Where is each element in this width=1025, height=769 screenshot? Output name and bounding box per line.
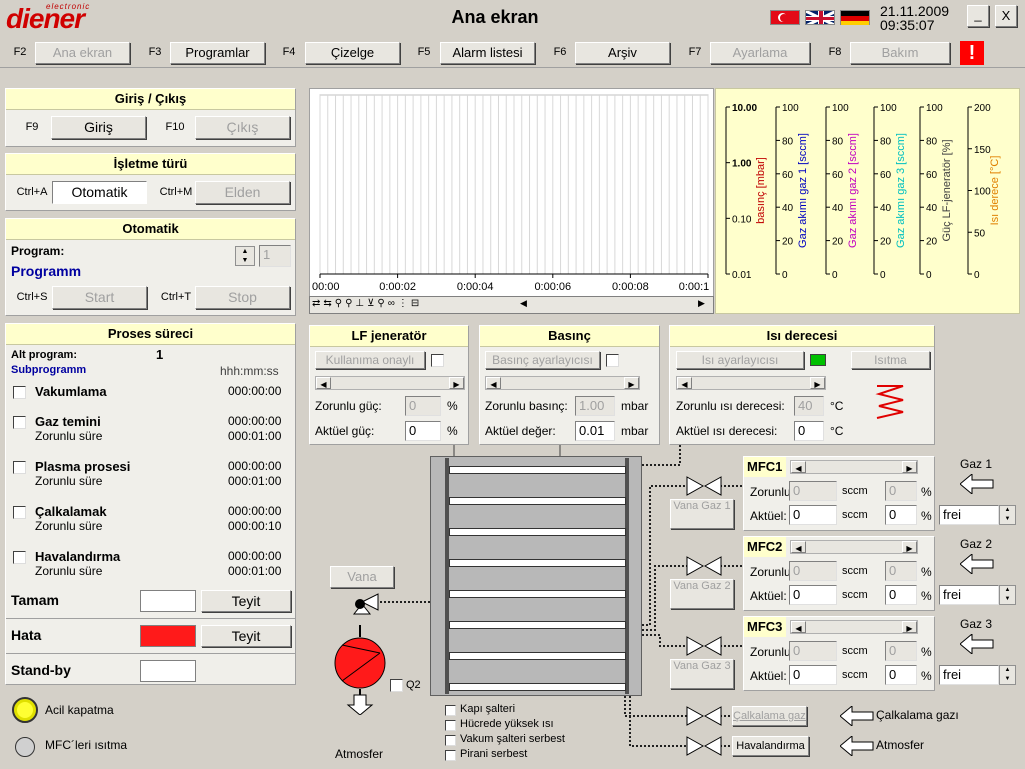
mfc-act-label: Aktüel: — [750, 589, 787, 603]
mfc-set-percent-unit: % — [921, 645, 932, 659]
gas-valve-button[interactable]: Vana Gaz 1 — [670, 499, 734, 529]
mfc-act-label: Aktüel: — [750, 669, 787, 683]
interlock-label: Hücrede yüksek ısı — [460, 718, 554, 730]
gas-mode-spinner[interactable]: ▲ ▼ — [999, 585, 1016, 605]
gas-label: Gaz 1 — [960, 457, 993, 471]
mfc-panel: MFC1 ◀ ▶ Zorunlu 0 sccm 0 % Aktüel: 0 scc… — [743, 456, 935, 531]
mfc-name: MFC3 — [744, 617, 786, 637]
gas-mode-select[interactable]: frei — [939, 665, 999, 685]
gas-mode-spinner[interactable]: ▲ ▼ — [999, 665, 1016, 685]
gas-valve-icon[interactable] — [686, 476, 722, 496]
mfc-act-field: 0 — [789, 585, 837, 605]
mfc-set-field[interactable]: 0 — [789, 481, 837, 501]
vacuum-pump-icon — [334, 625, 386, 715]
mfc-slider[interactable]: ◀ ▶ — [790, 460, 918, 474]
mfc-set-field[interactable]: 0 — [789, 641, 837, 661]
gas-inlet-arrow-icon — [960, 474, 994, 494]
mfc-act-percent-field: 0 — [885, 585, 917, 605]
mfc-set-percent-unit: % — [921, 565, 932, 579]
mfc-set-percent-field[interactable]: 0 — [885, 561, 917, 581]
mfc-act-unit: sccm — [842, 509, 868, 521]
mfc-set-field[interactable]: 0 — [789, 561, 837, 581]
mfc-set-percent-field[interactable]: 0 — [885, 481, 917, 501]
mfc-set-unit: sccm — [842, 485, 868, 497]
interlock-checkbox — [445, 735, 456, 746]
flush-valve-icon[interactable] — [686, 706, 722, 726]
mfc-set-percent-unit: % — [921, 485, 932, 499]
gas-mode-select[interactable]: frei — [939, 585, 999, 605]
vent-valve-icon[interactable] — [686, 736, 722, 756]
gas-mode-select[interactable]: frei — [939, 505, 999, 525]
q2-checkbox — [390, 679, 403, 692]
vana-button[interactable]: Vana — [330, 566, 394, 588]
mfc-slider[interactable]: ◀ ▶ — [790, 620, 918, 634]
mfc-act-percent-unit: % — [921, 589, 932, 603]
gas-inlet-arrow-icon — [960, 554, 994, 574]
mfc-panel: MFC2 ◀ ▶ Zorunlu 0 sccm 0 % Aktüel: 0 scc… — [743, 536, 935, 611]
flush-gas-arrow-icon — [840, 706, 874, 726]
mfc-act-field: 0 — [789, 505, 837, 525]
gas-mode-spinner[interactable]: ▲ ▼ — [999, 505, 1016, 525]
vent-arrow-icon — [840, 736, 874, 756]
mfc-slider[interactable]: ◀ ▶ — [790, 540, 918, 554]
gas-label: Gaz 3 — [960, 617, 993, 631]
interlock-label: Pirani serbest — [460, 748, 528, 760]
exhaust-atmosphere-label: Atmosfer — [335, 747, 384, 761]
gas-inlet-arrow-icon — [960, 634, 994, 654]
mfc-set-label: Zorunlu — [750, 485, 791, 499]
mfc-set-label: Zorunlu — [750, 645, 791, 659]
interlock-label: Kapı şalteri — [460, 703, 516, 715]
mfc-name: MFC1 — [744, 457, 786, 477]
interlock-checkbox — [445, 705, 456, 716]
gas-label: Gaz 2 — [960, 537, 993, 551]
mfc-set-label: Zorunlu — [750, 565, 791, 579]
mfc-set-percent-field[interactable]: 0 — [885, 641, 917, 661]
mfc-act-percent-field: 0 — [885, 505, 917, 525]
mfc-name: MFC2 — [744, 537, 786, 557]
mfc-set-unit: sccm — [842, 565, 868, 577]
q2-label: Q2 — [406, 679, 421, 691]
flush-gas-button[interactable]: Çalkalama gazı — [732, 706, 807, 726]
flush-gas-label: Çalkalama gazı — [876, 708, 959, 722]
mfc-act-unit: sccm — [842, 669, 868, 681]
mfc-act-percent-field: 0 — [885, 665, 917, 685]
mfc-act-percent-unit: % — [921, 509, 932, 523]
gas-valve-button[interactable]: Vana Gaz 2 — [670, 579, 734, 609]
gas-valve-icon[interactable] — [686, 636, 722, 656]
vacuum-valve-icon[interactable] — [350, 592, 380, 622]
mfc-act-percent-unit: % — [921, 669, 932, 683]
mfc-act-label: Aktüel: — [750, 509, 787, 523]
interlock-checkbox — [445, 750, 456, 761]
mfc-act-unit: sccm — [842, 589, 868, 601]
mfc-panel: MFC3 ◀ ▶ Zorunlu 0 sccm 0 % Aktüel: 0 scc… — [743, 616, 935, 691]
mfc-act-field: 0 — [789, 665, 837, 685]
interlock-label: Vakum şalteri serbest — [460, 733, 565, 745]
vent-label: Atmosfer — [876, 738, 925, 752]
interlock-checkbox — [445, 720, 456, 731]
mfc-set-unit: sccm — [842, 645, 868, 657]
vent-button[interactable]: Havalandırma — [732, 736, 809, 756]
gas-valve-icon[interactable] — [686, 556, 722, 576]
gas-valve-button[interactable]: Vana Gaz 3 — [670, 659, 734, 689]
